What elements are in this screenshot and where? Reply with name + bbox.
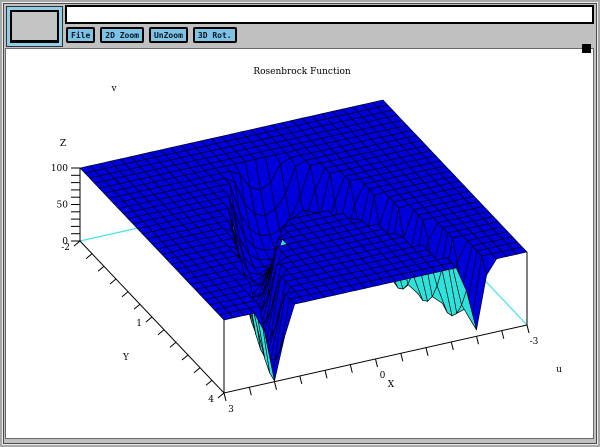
- window-frame: File 2D Zoom UnZoom 3D Rot. 050100-21430…: [0, 0, 600, 447]
- message-field[interactable]: [65, 5, 594, 24]
- window-corner-box: [6, 6, 63, 47]
- zoom-2d-button[interactable]: 2D Zoom: [100, 27, 144, 43]
- plot-canvas[interactable]: [5, 48, 594, 439]
- window-corner-box-inner: [10, 10, 59, 43]
- corner-grip-icon: [582, 44, 591, 53]
- unzoom-button[interactable]: UnZoom: [149, 27, 188, 43]
- rotate-3d-button[interactable]: 3D Rot.: [193, 27, 237, 43]
- file-button[interactable]: File: [66, 27, 95, 43]
- toolbar: File 2D Zoom UnZoom 3D Rot.: [66, 27, 237, 43]
